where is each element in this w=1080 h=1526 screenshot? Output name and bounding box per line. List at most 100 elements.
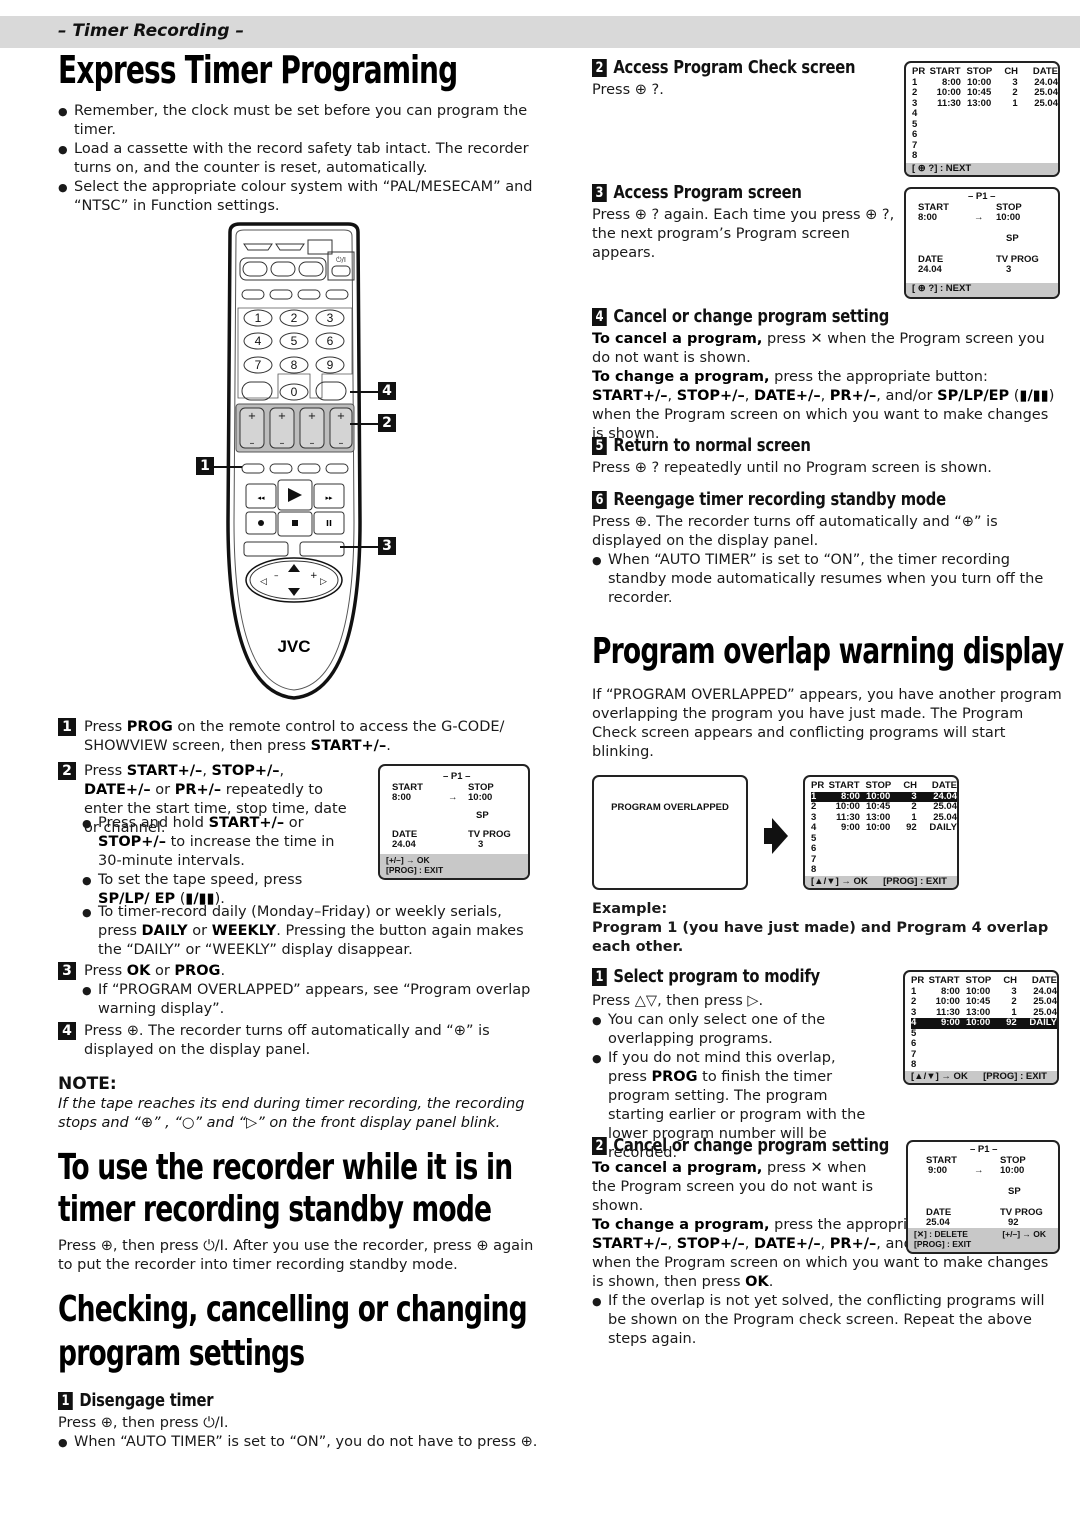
key-6: 6 [327,334,334,348]
svg-text:–: – [274,571,279,581]
select-program-text: Press △▽, then press ▷. You can only sel… [592,992,882,1049]
svg-text:+: + [308,411,316,422]
osd-program-screen-express: – P1 – START 8:00 → STOP 10:00 SP DATE 2… [378,764,530,880]
note-title: NOTE: [58,1074,117,1094]
osd-footer: [ ⊕ ?] : NEXT [906,162,1058,175]
svg-text:◁: ◁ [260,577,267,587]
table-row: 6 [912,129,918,140]
osd-program-check-overlap: PR START STOP CH DATE 1 8:00 10:00 3 24.04 2 10:00 1… [803,775,959,890]
table-row: 7 [912,139,918,151]
jvc-logo: JVC [277,637,310,656]
table-row: 5 [811,832,817,844]
osd-program-overlapped: PROGRAM OVERLAPPED [592,775,748,890]
callout-line [214,466,242,468]
callout-2: 2 [378,414,396,432]
key-9: 9 [327,358,334,372]
step-disengage-timer: 1 Disengage timer [58,1390,214,1411]
express-step-2-bullets: Press and hold START+/– or STOP+/– to in… [82,814,352,909]
table-header: PR START STOP CH DATE [912,66,1058,77]
table-row: 8 [811,864,817,875]
table-row: 2 10:00 10:45 2 25.04 [912,87,1058,98]
note-text: If the tape reaches its end during timer… [58,1096,525,1131]
callout-line [350,423,378,425]
bullet: Load a cassette with the record safety t… [58,140,533,178]
table-row: 6 [811,843,817,854]
express-title: Express Timer Programing [58,48,458,92]
express-step-1: 1 Press PROG on the remote control to acc… [58,718,538,756]
access-check-text: Press ⊕ ?. [592,82,664,98]
standby-text: Press ⊕, then press ⏻/I. After you use t… [58,1238,534,1273]
svg-text:–: – [310,438,315,449]
step-reengage-standby: 6 Reengage timer recording standby mode [592,489,946,510]
access-program-text: Press ⊕ ? again. Each time you press ⊕ ?… [592,207,895,261]
checking-title-line1: Checking, cancelling or changing [58,1289,528,1330]
key-3: 3 [327,311,334,325]
svg-text:–: – [280,438,285,449]
table-row: 5 [912,118,918,130]
section-tag: – Timer Recording – [58,21,244,41]
key-8: 8 [291,358,298,372]
table-row: 5 [911,1027,917,1039]
remote-control-illustration: ⏻/I 1 2 3 4 5 6 7 8 9 0 + + + + – – – – ◂◂ ▸▸ [226,222,362,700]
express-step-3: 3Press OK or PROG. If “PROGRAM OVERLAPPE… [58,962,538,1019]
standby-title-line2: timer recording standby mode [58,1189,492,1230]
svg-text:–: – [339,438,344,449]
svg-text:+: + [310,571,318,581]
key-4: 4 [255,334,262,348]
arrow-right-icon [764,818,788,854]
overlap-intro: If “PROGRAM OVERLAPPED” appears, you hav… [592,687,1062,760]
table-header: PR START STOP CH DATE [911,975,1057,986]
table-row: 4 9:00 10:00 92 DAILY [911,1017,1057,1029]
table-row: 8 [911,1059,917,1070]
step-cancel-change: 4 Cancel or change program setting [592,306,889,327]
reengage-text: Press ⊕. The recorder turns off automati… [592,513,1064,608]
svg-text:▷: ▷ [320,577,327,587]
standby-title-line1: To use the recorder while it is in [58,1147,513,1188]
callout-line [350,391,378,393]
table-row: 6 [911,1038,917,1049]
svg-text:II: II [326,519,332,528]
key-1: 1 [255,311,262,325]
svg-text:–: – [250,438,255,449]
table-row: 4 9:00 10:00 92 DAILY [811,822,957,833]
checking-title-line2: program settings [58,1333,305,1374]
key-5: 5 [291,334,298,348]
step-return-normal: 5 Return to normal screen [592,435,811,456]
svg-text:+: + [337,411,345,422]
table-row: 7 [811,853,817,865]
callout-3: 3 [378,537,396,555]
callout-line [340,546,378,548]
svg-text:⏻/I: ⏻/I [336,256,346,264]
step-select-program: 1 Select program to modify [592,966,820,987]
osd-program-screen-overlap: – P1 – START 9:00 → STOP 10:00 SP DATE 2… [906,1140,1060,1254]
osd-program-check-select: PR START STOP CH DATE 1 8:00 10:00 3 24.04 2 10:00 1… [903,970,1059,1085]
return-normal-text: Press ⊕ ? repeatedly until no Program sc… [592,460,992,476]
svg-text:◂◂: ◂◂ [257,494,265,502]
key-2: 2 [291,311,298,325]
table-row: 4 [912,108,918,119]
express-step-4: 4 Press ⊕. The recorder turns off automat… [58,1022,528,1060]
step-access-program-screen: 3 Access Program screen [592,182,802,203]
osd-program-check-screen: PR START STOP CH DATE 1 8:00 10:00 3 24.04 2 10:00 1… [904,61,1060,177]
bullet: Select the appropriate colour system wit… [58,178,533,216]
table-header: PR START STOP CH DATE [811,780,957,791]
svg-text:+: + [248,411,256,422]
svg-text:+: + [278,411,286,422]
cancel-change-text: To cancel a program, press ✕ when the Pr… [592,331,1055,442]
table-row: 2 10:00 10:45 2 25.04 [911,996,1057,1007]
svg-text:▸▸: ▸▸ [325,494,333,502]
key-0: 0 [291,385,298,399]
callout-4: 4 [378,382,396,400]
callout-1: 1 [196,457,214,475]
table-row: 2 10:00 10:45 2 25.04 [811,801,957,812]
osd-program-screen-check: – P1 – START 8:00 → STOP 10:00 SP DATE 2… [904,187,1060,299]
disengage-text: Press ⊕, then press ⏻/I. When “AUTO TIME… [58,1414,538,1452]
overlap-example: Example: Program 1 (you have just made) … [592,901,1049,955]
osd-footer: [▲/▼] → OK [PROG] : EXIT [805,875,957,888]
table-row: 3 11:30 13:00 1 25.04 [912,97,1058,109]
osd-footer: [▲/▼] → OK [PROG] : EXIT [905,1070,1057,1083]
express-step-2-bullet-daily: To timer-record daily (Monday–Friday) or… [82,903,537,960]
step-access-program-check: 2 Access Program Check screen [592,57,856,78]
bullet: Remember, the clock must be set before y… [58,102,533,140]
table-row: 7 [911,1048,917,1060]
